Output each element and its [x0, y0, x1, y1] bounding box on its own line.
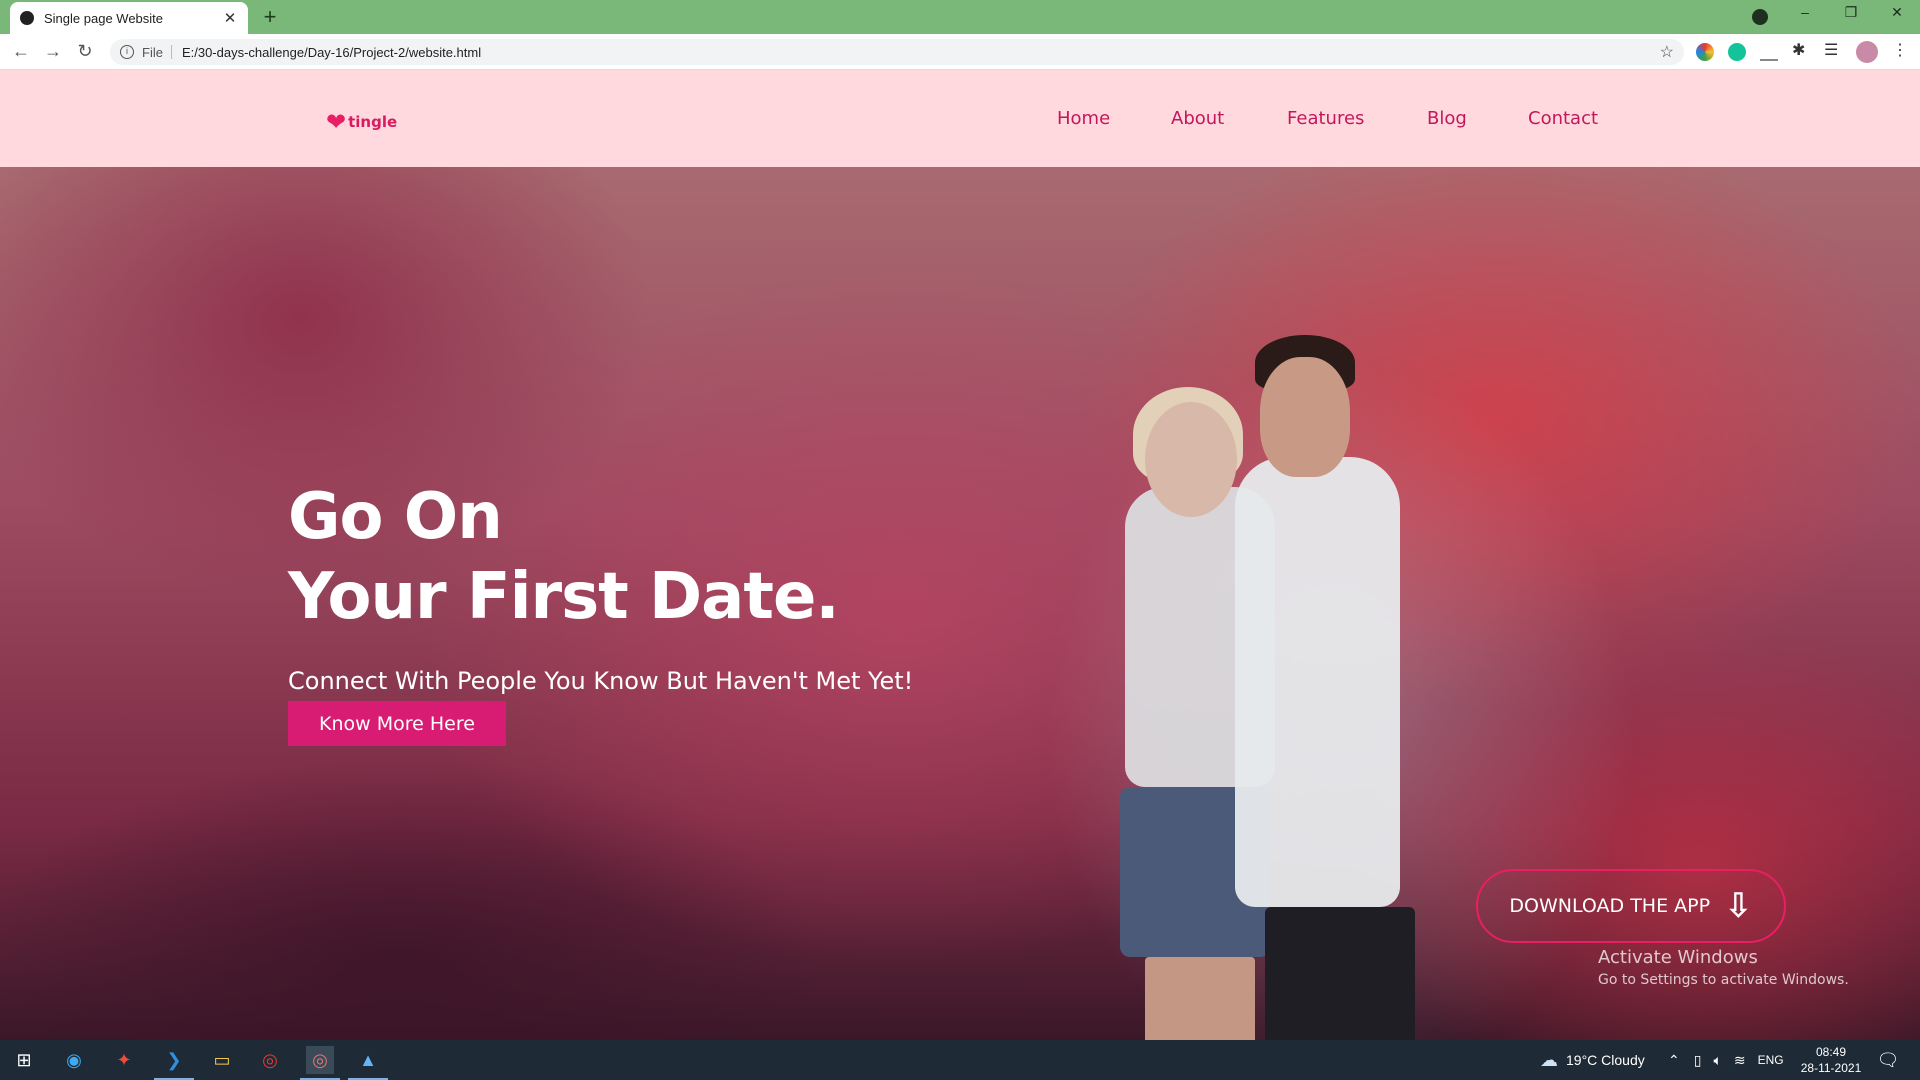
browser-tab[interactable]: Single page Website ✕: [10, 2, 248, 34]
clock-time: 08:49: [1815, 1045, 1847, 1059]
system-tray: ⌃ ▯ 🔈︎ ≋ ENG: [1668, 1040, 1784, 1080]
edge-browser-icon[interactable]: ◉: [60, 1046, 88, 1074]
browser-toolbar: ← → ↻ i File E:/30-days-challenge/Day-16…: [0, 34, 1920, 70]
weather-widget[interactable]: ☁ 19°C Cloudy: [1540, 1040, 1645, 1080]
site-header: ❤ tingle Home About Features Blog Contac…: [0, 70, 1920, 167]
forward-arrow-icon[interactable]: →: [42, 41, 64, 62]
restore-button[interactable]: ❐: [1836, 4, 1866, 21]
download-label: DOWNLOAD THE APP: [1509, 895, 1711, 917]
cloud-icon: ☁: [1540, 1049, 1558, 1070]
clock[interactable]: 08:49 28-11-2021: [1796, 1044, 1866, 1076]
volume-icon[interactable]: 🔈︎: [1713, 1052, 1721, 1069]
tab-title: Single page Website: [44, 10, 164, 26]
figure-man-head: [1260, 357, 1350, 477]
windows-taskbar: ⊞ ◉ ✦ ❯ ▭ ◎ ◎ ▲ ☁ 19°C Cloudy ⌃ ▯ 🔈︎ ≋ E…: [0, 1040, 1920, 1080]
file-explorer-icon[interactable]: ▭: [208, 1046, 236, 1074]
web-page: ❤ tingle Home About Features Blog Contac…: [0, 70, 1920, 1040]
grammarly-extension-icon[interactable]: [1728, 43, 1746, 61]
notification-icon[interactable]: 🗨︎: [1874, 1046, 1902, 1074]
logo-text: tingle: [348, 113, 398, 131]
arrow-down-icon: ⇩: [1724, 886, 1753, 926]
chevron-up-icon[interactable]: ⌃: [1668, 1052, 1680, 1069]
hero-text: Go On Your First Date. Connect With Peop…: [288, 477, 913, 695]
battery-icon[interactable]: ▯: [1694, 1052, 1702, 1069]
url-separator: [170, 45, 172, 59]
globe-icon: [20, 11, 34, 25]
chart-extension-icon[interactable]: [1760, 43, 1778, 61]
hero-title-line2: Your First Date.: [288, 560, 840, 634]
profile-avatar[interactable]: [1856, 41, 1878, 63]
windows-start-icon[interactable]: ⊞: [10, 1046, 38, 1074]
figure-jeans: [1265, 907, 1415, 1040]
know-more-button[interactable]: Know More Here: [288, 701, 506, 746]
photos-icon[interactable]: ▲: [354, 1046, 382, 1074]
nav-contact[interactable]: Contact: [1528, 108, 1598, 129]
tab-close-icon[interactable]: ✕: [222, 9, 238, 27]
weather-text: 19°C Cloudy: [1566, 1052, 1645, 1068]
wifi-icon[interactable]: ≋: [1734, 1052, 1746, 1069]
nav-home[interactable]: Home: [1057, 108, 1110, 129]
watermark-line2: Go to Settings to activate Windows.: [1598, 972, 1849, 988]
bookmark-star-icon[interactable]: ☆: [1660, 42, 1674, 62]
hero-subtitle: Connect With People You Know But Haven't…: [288, 667, 914, 695]
nav-about[interactable]: About: [1171, 108, 1224, 129]
activate-windows-watermark: Activate Windows Go to Settings to activ…: [1598, 947, 1849, 988]
language-indicator[interactable]: ENG: [1758, 1053, 1784, 1067]
nav-features[interactable]: Features: [1287, 108, 1364, 129]
figure-legs: [1145, 957, 1255, 1040]
reading-list-icon[interactable]: ☰: [1824, 40, 1842, 59]
chrome-icon[interactable]: ◎: [256, 1046, 284, 1074]
watermark-line1: Activate Windows: [1598, 947, 1758, 968]
nav-blog[interactable]: Blog: [1427, 108, 1467, 129]
back-arrow-icon[interactable]: ←: [10, 41, 32, 62]
tab-search-icon[interactable]: [1752, 9, 1768, 25]
hero-couple-image: [1105, 317, 1445, 1040]
browser-tab-bar: Single page Website ✕ + – ❐ ✕: [0, 0, 1920, 34]
download-app-button[interactable]: DOWNLOAD THE APP ⇩: [1476, 869, 1786, 943]
vscode-icon[interactable]: ❯: [160, 1046, 188, 1074]
figure-woman-head: [1145, 402, 1237, 517]
new-tab-button[interactable]: +: [258, 4, 282, 30]
browser-menu-icon[interactable]: ⋮: [1892, 40, 1910, 59]
clock-date: 28-11-2021: [1800, 1061, 1862, 1075]
figure-man-shirt: [1235, 457, 1400, 907]
site-logo[interactable]: ❤ tingle: [326, 110, 397, 134]
url-scheme: File: [142, 44, 163, 60]
app-icon[interactable]: ✦: [110, 1046, 138, 1074]
site-info-icon[interactable]: i: [120, 45, 134, 59]
address-bar[interactable]: i File E:/30-days-challenge/Day-16/Proje…: [110, 39, 1684, 65]
chrome-profile-icon[interactable]: ◎: [306, 1046, 334, 1074]
hero-title-line1: Go On: [288, 480, 503, 554]
reload-icon[interactable]: ↻: [74, 41, 96, 62]
minimize-button[interactable]: –: [1790, 4, 1820, 20]
extensions-puzzle-icon[interactable]: ✱: [1792, 40, 1810, 59]
color-extension-icon[interactable]: [1696, 43, 1714, 61]
heart-icon: ❤: [326, 108, 347, 136]
close-window-button[interactable]: ✕: [1882, 4, 1912, 21]
url-text[interactable]: E:/30-days-challenge/Day-16/Project-2/we…: [182, 45, 1660, 60]
